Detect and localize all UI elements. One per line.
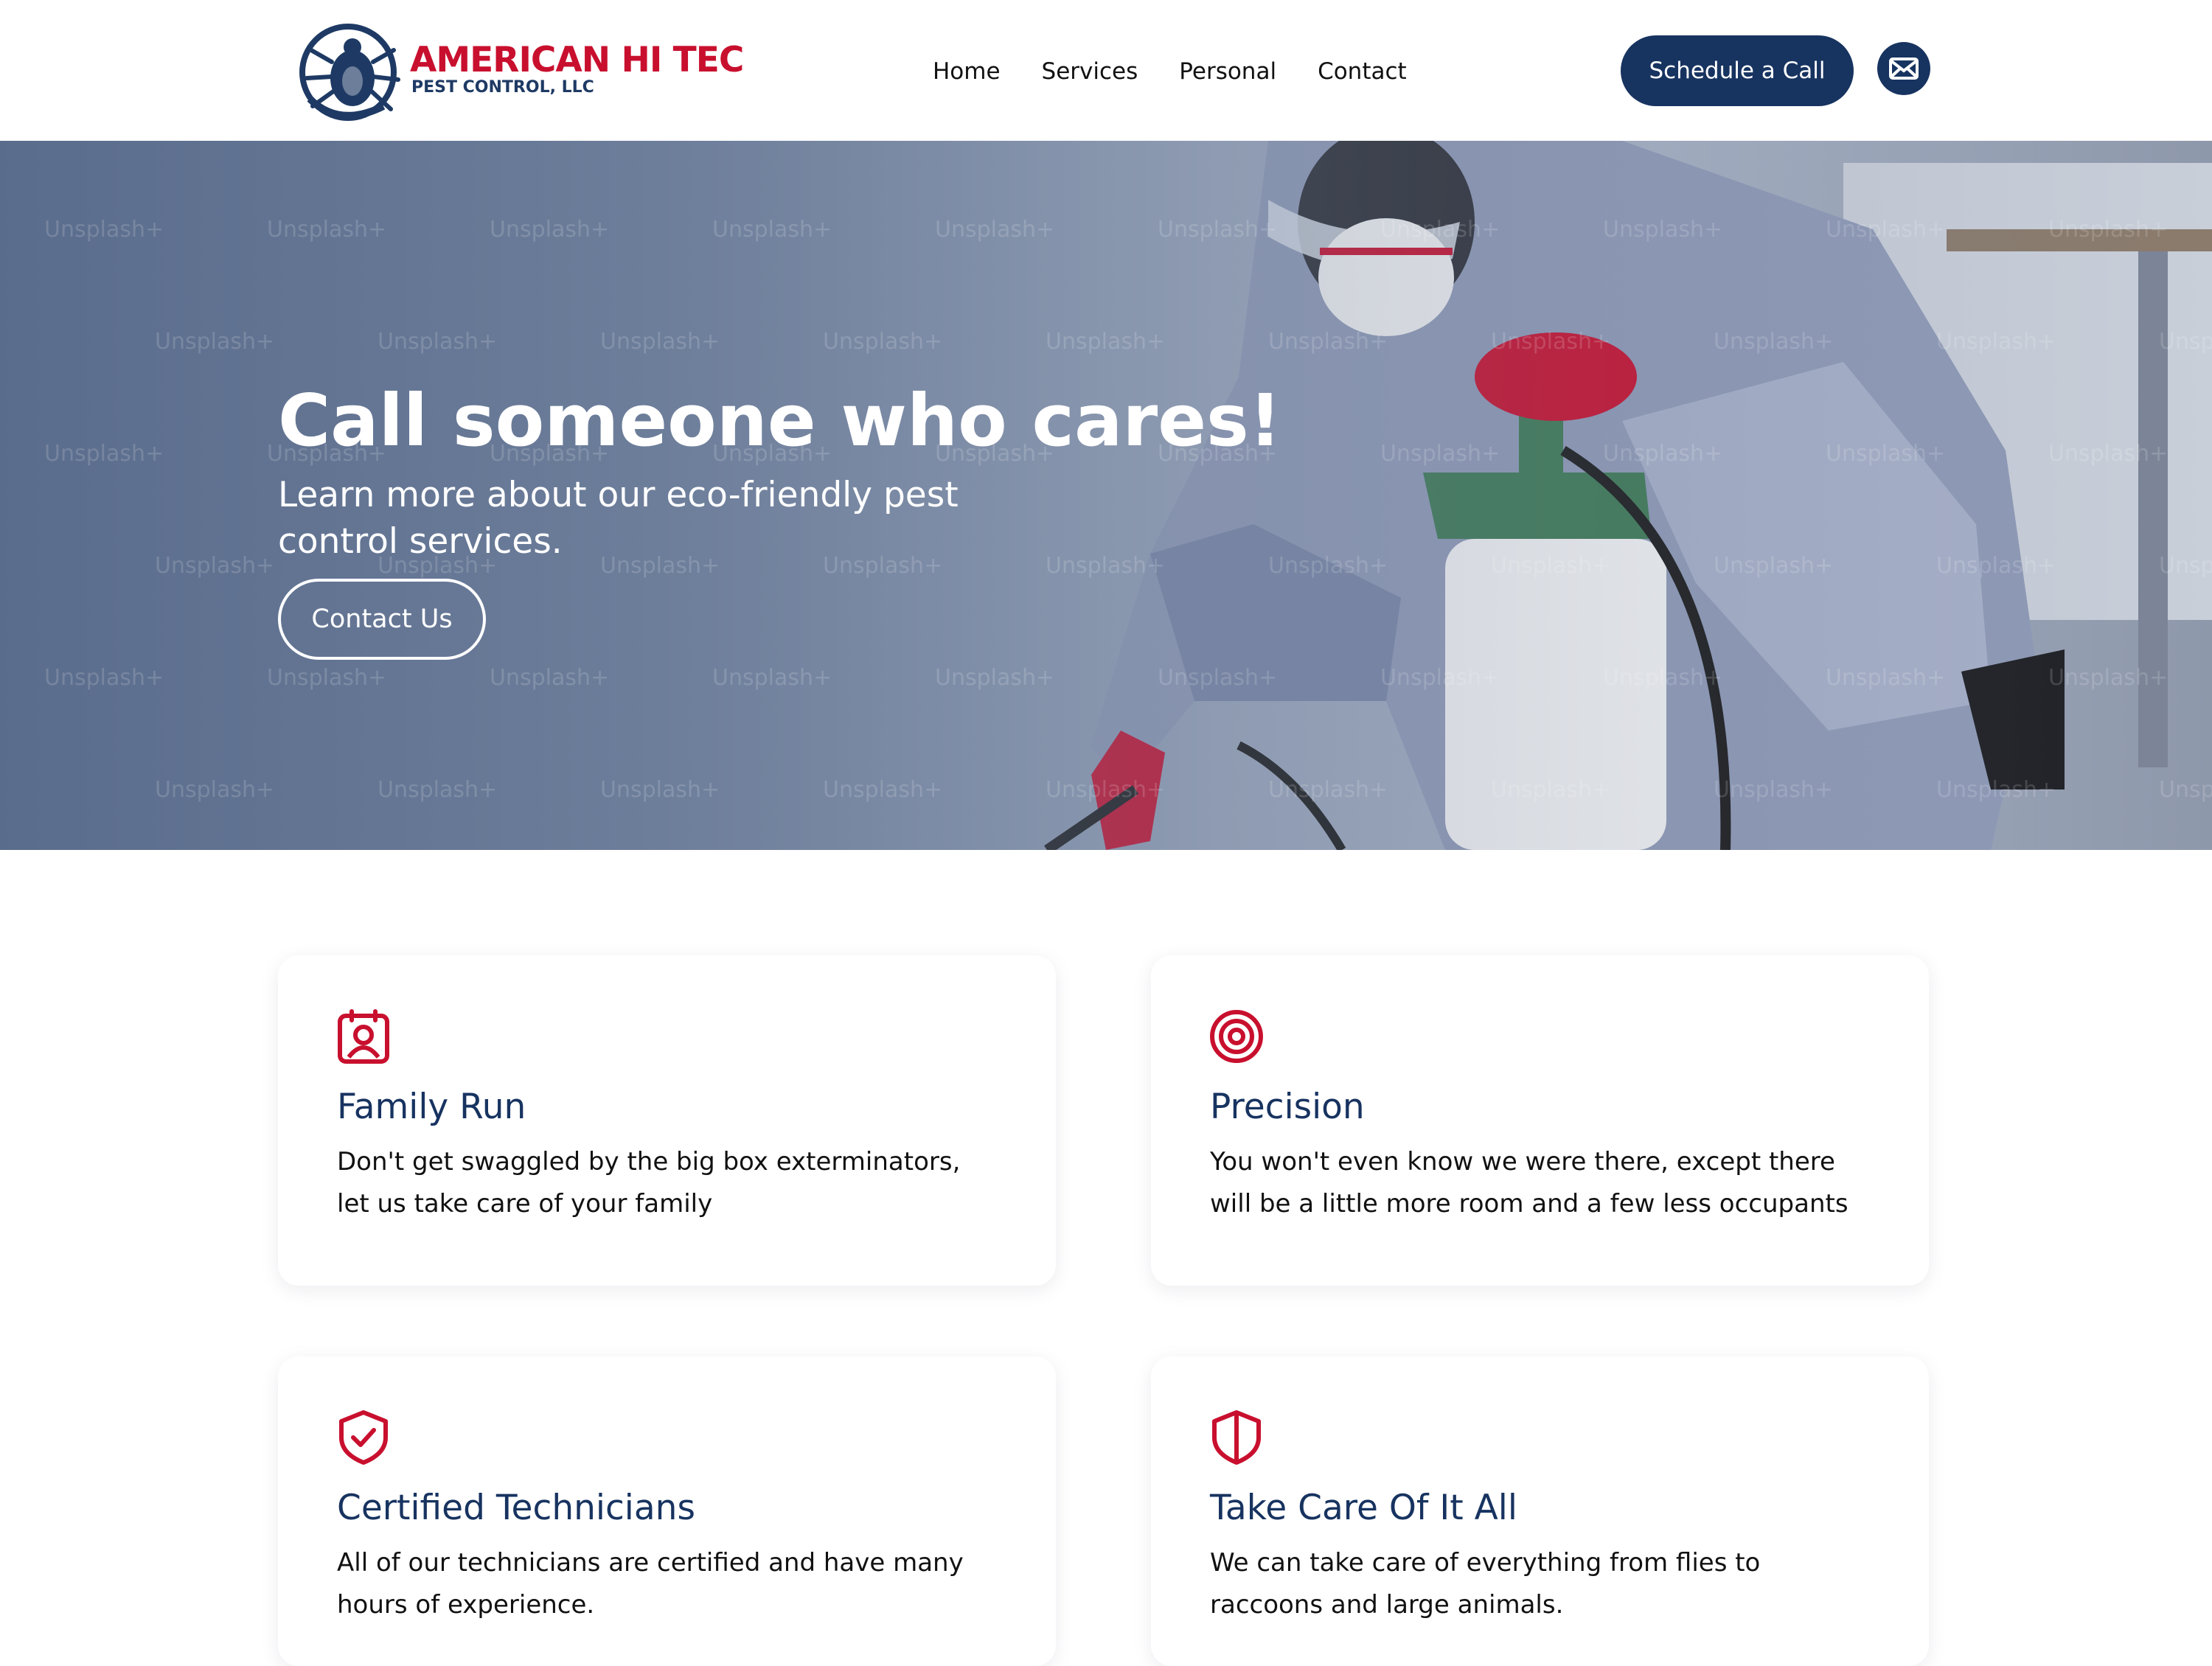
feature-text: All of our technicians are certified and… [337,1548,964,1620]
hero-watermark: Unsplash+ [600,777,720,803]
hero-watermark: Unsplash+ [155,553,274,579]
user-badge-icon [338,1009,389,1064]
main-nav: Home Services Personal Contact [933,53,1407,90]
hero-watermark: Unsplash+ [1380,441,1500,467]
feature-title: Take Care Of It All [1210,1488,1517,1528]
hero-watermark: Unsplash+ [1936,553,2056,579]
hero-watermark: Unsplash+ [1714,553,1833,579]
hero-section: Unsplash+ Unsplash+ Unsplash+ Unsplash+ Unsp… [0,141,2212,850]
hero-watermark: Unsplash+ [44,665,164,691]
feature-text: Don't get swaggled by the big box exterm… [337,1147,961,1219]
hero-watermark: Unsplash+ [2159,553,2212,579]
hero-watermark: Unsplash+ [1268,329,1388,355]
hero-watermark: Unsplash+ [2159,777,2212,803]
feature-text: We can take care of everything from flie… [1210,1548,1761,1620]
mail-icon [1889,57,1919,80]
hero-watermark: Unsplash+ [490,217,609,243]
hero-watermark: Unsplash+ [1826,441,1945,467]
hero-watermark: Unsplash+ [155,329,274,355]
feature-title: Precision [1210,1087,1365,1127]
mail-button[interactable] [1877,42,1930,95]
hero-watermark: Unsplash+ [712,665,832,691]
schedule-call-button[interactable]: Schedule a Call [1621,35,1854,106]
hero-watermark: Unsplash+ [1268,777,1388,803]
hero-watermark: Unsplash+ [2159,329,2212,355]
hero-watermark: Unsplash+ [1268,553,1388,579]
hero-watermark: Unsplash+ [1714,777,1833,803]
nav-contact[interactable]: Contact [1318,58,1407,85]
hero-watermark: Unsplash+ [267,665,386,691]
hero-watermark: Unsplash+ [44,217,164,243]
hero-watermark: Unsplash+ [1046,329,1165,355]
hero-watermark: Unsplash+ [1158,217,1277,243]
hero-watermark: Unsplash+ [1603,441,1722,467]
tick-logo-icon [299,24,400,121]
feature-title: Certified Technicians [337,1488,695,1528]
nav-personal[interactable]: Personal [1179,58,1276,85]
hero-watermark: Unsplash+ [490,665,609,691]
hero-watermark: Unsplash+ [1714,329,1833,355]
hero-watermark: Unsplash+ [267,217,386,243]
hero-watermark: Unsplash+ [1046,777,1165,803]
feature-card-family-run: Family Run Don't get swaggled by the big… [278,955,1056,1286]
hero-watermark: Unsplash+ [378,777,497,803]
hero-watermark: Unsplash+ [1491,777,1610,803]
feature-text: You won't even know we were there, excep… [1210,1147,1848,1219]
hero-watermark: Unsplash+ [44,441,164,467]
hero-watermark: Unsplash+ [1046,553,1165,579]
nav-home[interactable]: Home [933,58,1001,85]
hero-watermark: Unsplash+ [1491,553,1610,579]
shield-icon [1212,1410,1261,1465]
feature-card-take-care: Take Care Of It All We can take care of … [1151,1356,1929,1666]
hero-watermark: Unsplash+ [1603,217,1722,243]
feature-card-precision: Precision You won't even know we were th… [1151,955,1929,1286]
site-header: AMERICAN HI TEC PEST CONTROL, LLC Home S… [0,0,2212,141]
hero-watermark: Unsplash+ [1826,217,1945,243]
brand-logo[interactable]: AMERICAN HI TEC PEST CONTROL, LLC [295,18,744,128]
hero-watermark: Unsplash+ [823,777,942,803]
target-icon [1210,1010,1263,1063]
hero-watermark: Unsplash+ [2048,665,2168,691]
hero-watermark: Unsplash+ [823,329,942,355]
feature-card-certified: Certified Technicians All of our technic… [278,1356,1056,1666]
brand-subtitle: PEST CONTROL, LLC [411,78,594,97]
hero-watermark: Unsplash+ [1491,329,1610,355]
nav-services[interactable]: Services [1042,58,1138,85]
hero-watermark: Unsplash+ [1603,665,1722,691]
hero-watermark: Unsplash+ [1936,777,2056,803]
hero-watermark: Unsplash+ [935,217,1054,243]
hero-watermark: Unsplash+ [378,329,497,355]
hero-watermark: Unsplash+ [712,217,832,243]
hero-watermark: Unsplash+ [2048,217,2168,243]
brand-title: AMERICAN HI TEC [410,40,744,80]
hero-watermark: Unsplash+ [600,329,720,355]
hero-watermark: Unsplash+ [155,777,274,803]
contact-us-button[interactable]: Contact Us [278,579,486,660]
hero-watermark: Unsplash+ [2048,441,2168,467]
hero-watermark: Unsplash+ [1936,329,2056,355]
hero-watermark: Unsplash+ [1380,665,1500,691]
hero-watermark: Unsplash+ [1826,665,1945,691]
hero-watermark: Unsplash+ [1380,217,1500,243]
hero-title: Call someone who cares! [278,378,1282,462]
hero-watermark: Unsplash+ [935,665,1054,691]
hero-subtitle: Learn more about our eco-friendly pest c… [278,475,959,562]
feature-title: Family Run [337,1087,526,1127]
shield-check-icon [339,1410,388,1465]
hero-watermark: Unsplash+ [1158,665,1277,691]
